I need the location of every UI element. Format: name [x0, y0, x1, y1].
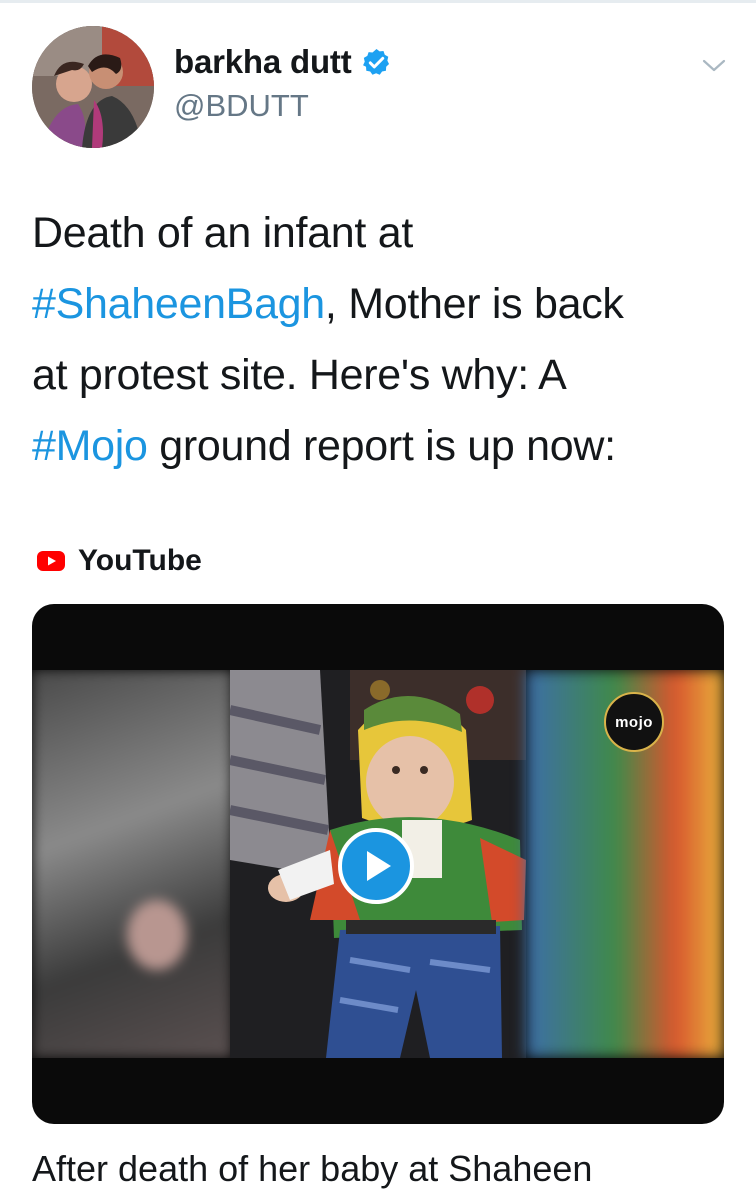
card-title[interactable]: After death of her baby at Shaheen — [32, 1148, 592, 1190]
thumbnail-blur-left — [32, 670, 232, 1058]
display-name[interactable]: barkha dutt — [174, 43, 352, 81]
avatar[interactable] — [32, 26, 154, 148]
top-divider — [0, 0, 756, 3]
youtube-icon — [37, 551, 65, 571]
play-icon — [367, 851, 391, 881]
hashtag-link-mojo[interactable]: #Mojo — [32, 422, 148, 470]
chevron-down-icon[interactable] — [701, 56, 727, 76]
author-name-row[interactable]: barkha dutt — [174, 42, 392, 82]
source-label: YouTube — [78, 544, 202, 577]
verified-badge-icon — [361, 47, 392, 78]
tweet-line-4: #Mojo ground report is up now: — [32, 411, 722, 482]
tweet-text-segment: ground report is up now: — [147, 422, 616, 470]
mojo-logo: mojo — [604, 692, 664, 752]
avatar-image — [32, 26, 154, 148]
tweet-text-segment: , Mother is back — [324, 280, 624, 328]
tweet-line-3: at protest site. Here's why: A — [32, 351, 567, 399]
user-handle[interactable]: @BDUTT — [174, 88, 309, 124]
tweet-line-2: #ShaheenBagh, Mother is back — [32, 269, 722, 340]
tweet-text: Death of an infant at #ShaheenBagh, Moth… — [32, 198, 722, 482]
link-source[interactable]: YouTube — [36, 544, 202, 578]
tweet-line-1: Death of an infant at — [32, 209, 413, 257]
play-button[interactable] — [338, 828, 414, 904]
hashtag-link-shaheenbagh[interactable]: #ShaheenBagh — [32, 280, 325, 328]
